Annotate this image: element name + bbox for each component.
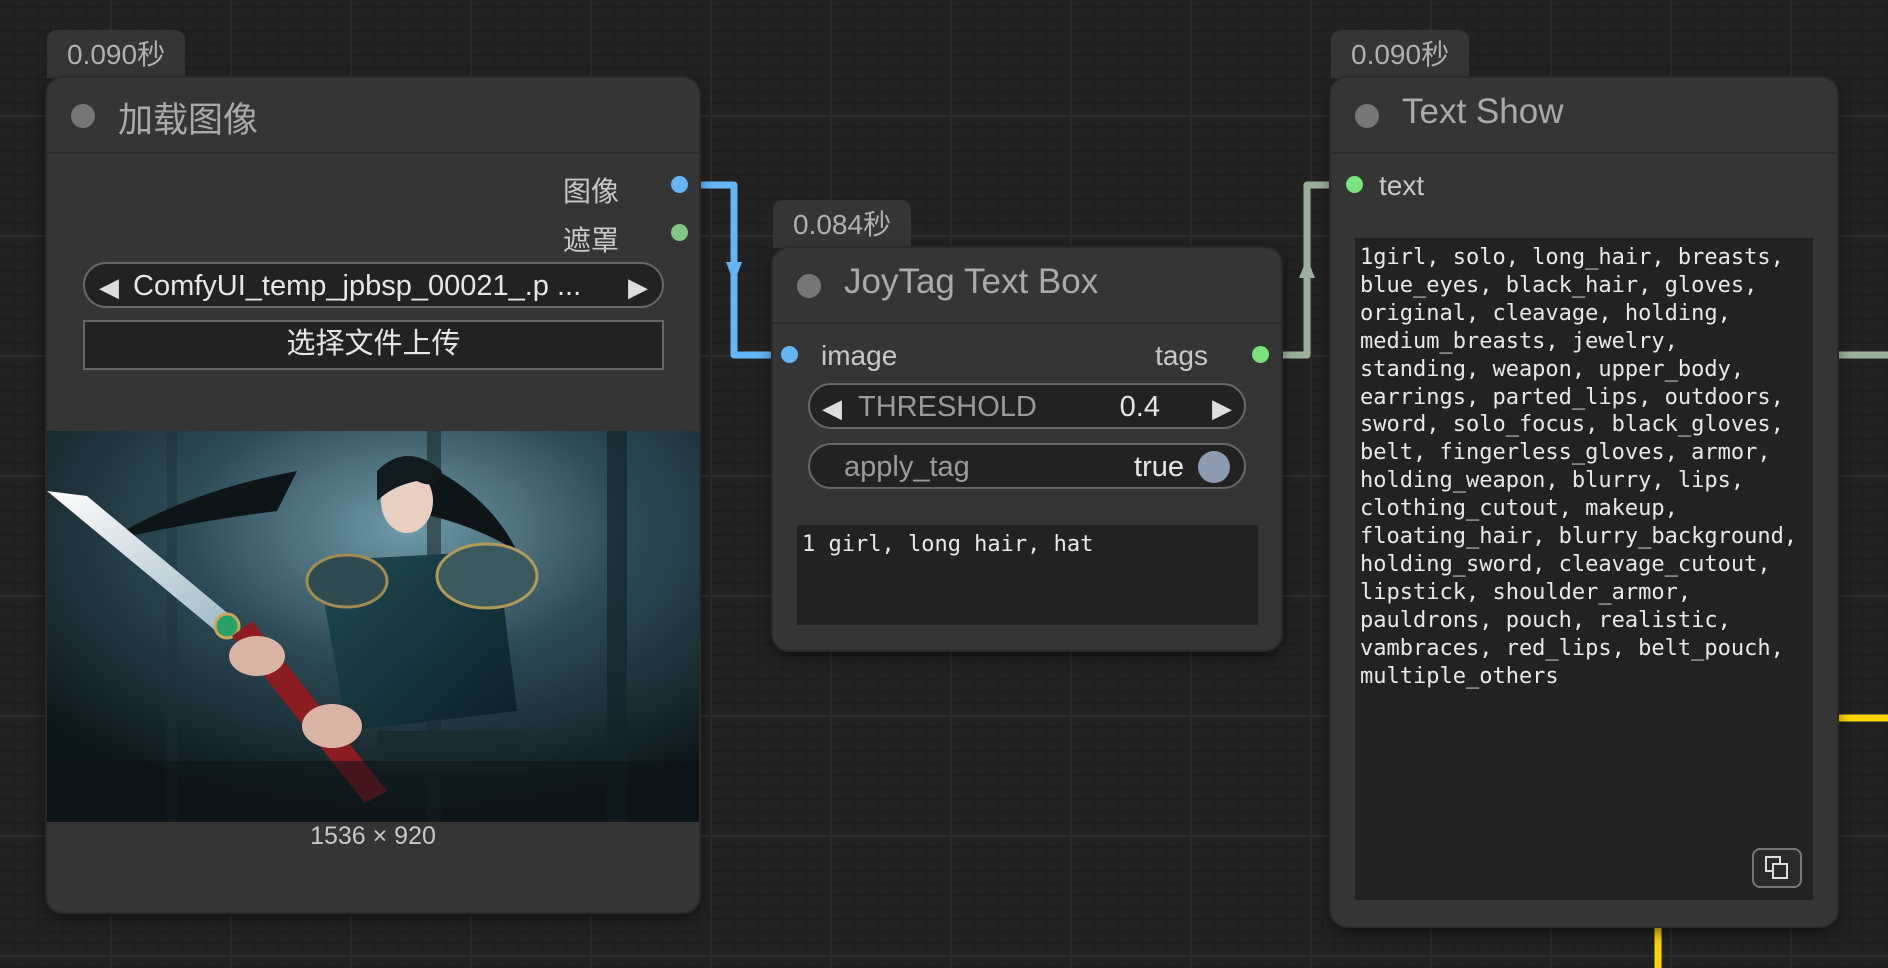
node-title: 加载图像 (118, 101, 259, 140)
execution-time-badge: 0.090秒 (47, 30, 186, 78)
increment-arrow-icon[interactable]: ▶ (1212, 393, 1232, 424)
upload-file-button[interactable]: 选择文件上传 (83, 320, 664, 370)
load-image-node[interactable]: 加载图像 图像 遮罩 ◀ ComfyUI_temp_jpbsp_00021_.p… (47, 78, 699, 912)
node-header[interactable]: 加载图像 (47, 78, 699, 154)
file-combo-value: ComfyUI_temp_jpbsp_00021_.p ... (133, 270, 582, 302)
output-slot-image[interactable] (671, 176, 688, 193)
text-show-node[interactable]: Text Show text 1girl, solo, long_hair, b… (1331, 78, 1837, 926)
execution-time-badge: 0.090秒 (1331, 30, 1470, 78)
threshold-number-widget[interactable]: ◀ THRESHOLD 0.4 ▶ (808, 383, 1246, 429)
node-header[interactable]: Text Show (1331, 78, 1837, 154)
apply-tag-value: true (1134, 451, 1184, 483)
collapse-dot-icon[interactable] (1355, 104, 1379, 128)
input-label-text: text (1379, 170, 1425, 201)
output-label-tags: tags (1155, 340, 1208, 371)
threshold-value: 0.4 (1119, 391, 1160, 423)
copy-icon (1765, 856, 1788, 879)
image-size-label: 1536 × 920 (310, 822, 436, 850)
toggle-knob-icon[interactable] (1198, 451, 1230, 483)
apply-tag-toggle[interactable]: apply_tag true (808, 443, 1246, 489)
apply-tag-label: apply_tag (844, 451, 970, 483)
node-title: Text Show (1402, 92, 1564, 131)
tags-link-arrow (1299, 258, 1315, 278)
output-slot-tags[interactable] (1252, 346, 1269, 363)
image-preview (47, 431, 699, 822)
input-slot-image[interactable] (781, 346, 798, 363)
node-header[interactable]: JoyTag Text Box (773, 248, 1281, 324)
input-slot-text[interactable] (1346, 176, 1363, 193)
output-label-mask: 遮罩 (562, 225, 619, 256)
execution-time-badge: 0.084秒 (773, 200, 912, 248)
combo-next-arrow-icon[interactable]: ▶ (628, 272, 648, 303)
output-slot-mask[interactable] (671, 224, 688, 241)
output-label-image: 图像 (562, 176, 619, 207)
node-title: JoyTag Text Box (844, 262, 1099, 301)
prompt-text-area[interactable]: 1 girl, long hair, hat (797, 525, 1258, 625)
decrement-arrow-icon[interactable]: ◀ (822, 393, 842, 424)
image-link-arrow (726, 262, 742, 283)
threshold-label: THRESHOLD (858, 391, 1037, 423)
copy-button[interactable] (1752, 848, 1802, 888)
joytag-text-box-node[interactable]: JoyTag Text Box image tags ◀ THRESHOLD 0… (773, 248, 1281, 650)
collapse-dot-icon[interactable] (797, 274, 821, 298)
file-combo[interactable]: ◀ ComfyUI_temp_jpbsp_00021_.p ... ▶ (83, 262, 664, 308)
collapse-dot-icon[interactable] (71, 104, 95, 128)
input-label-image: image (821, 340, 898, 371)
text-display-area[interactable]: 1girl, solo, long_hair, breasts, blue_ey… (1355, 238, 1813, 900)
combo-prev-arrow-icon[interactable]: ◀ (99, 272, 119, 303)
